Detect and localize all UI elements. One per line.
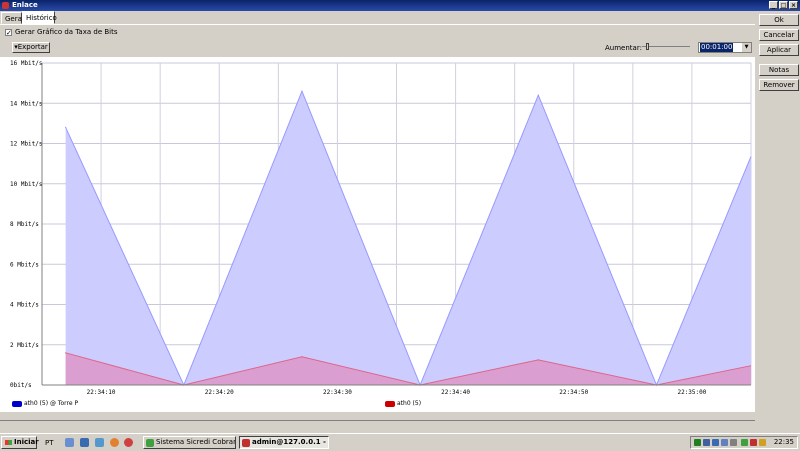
zoom-slider-thumb[interactable] [646, 43, 649, 50]
tray-icon[interactable] [694, 439, 701, 446]
legend-swatch-tx [12, 400, 22, 407]
time-range-select[interactable]: 00:01:00 ▼ [698, 42, 752, 53]
maximize-button[interactable]: □ [779, 1, 788, 9]
y-tick-label: 16 Mbit/s [10, 60, 43, 67]
x-tick-label: 22:34:30 [323, 389, 352, 396]
network-icon[interactable] [712, 439, 719, 446]
legend-label-tx: ath0 (5) @ Torre P [24, 400, 79, 407]
status-bar [0, 420, 755, 433]
show-desktop-icon[interactable] [65, 438, 74, 447]
zoom-label: Aumentar: [605, 44, 642, 52]
panel-divider [0, 24, 755, 25]
y-tick-label: 0bit/s [10, 382, 32, 389]
x-tick-label: 22:34:50 [559, 389, 588, 396]
taskbar-item-sicredi[interactable]: Sistema Sicredi Cobrança... [143, 436, 236, 449]
ok-button[interactable]: Ok [759, 14, 799, 26]
series-point-1 [537, 359, 539, 361]
window-titlebar[interactable]: Enlace _ □ × [0, 0, 800, 11]
y-tick-label: 2 Mbit/s [10, 342, 39, 349]
windows-logo-icon [5, 440, 12, 445]
language-indicator[interactable]: PT [45, 439, 54, 447]
minimize-button[interactable]: _ [769, 1, 778, 9]
x-tick-label: 22:35:00 [677, 389, 706, 396]
bitrate-chart: 0bit/s 2 Mbit/s 4 Mbit/s 6 Mbit/s 8 Mbit/s 10… [10, 60, 752, 396]
x-tick-label: 22:34:10 [87, 389, 116, 396]
tab-geral[interactable]: Geral [1, 12, 24, 24]
series-point-1 [301, 356, 303, 358]
legend-item-tx: ath0 (5) @ Torre P [12, 400, 78, 408]
remove-button[interactable]: Remover [759, 79, 799, 91]
apply-button[interactable]: Aplicar [759, 44, 799, 56]
chevron-down-icon[interactable]: ▼ [742, 43, 751, 52]
winbox-icon [242, 439, 250, 447]
start-label: Iniciar [14, 438, 39, 446]
y-tick-label: 8 Mbit/s [10, 221, 39, 228]
firefox-icon[interactable] [110, 438, 119, 447]
app-quicklaunch-icon[interactable] [95, 438, 104, 447]
taskbar-item-label: admin@127.0.0.1 - Th... [252, 438, 328, 446]
app-icon [2, 2, 9, 9]
series-point-0 [537, 94, 539, 96]
series-point-1 [65, 352, 67, 354]
opera-icon[interactable] [124, 438, 133, 447]
zoom-slider-track[interactable] [642, 46, 690, 47]
check-mark-icon: ✓ [6, 29, 12, 37]
taskbar-item-label: Sistema Sicredi Cobrança... [156, 438, 235, 446]
y-tick-label: 12 Mbit/s [10, 141, 43, 148]
chart-area: 0bit/s 2 Mbit/s 4 Mbit/s 6 Mbit/s 8 Mbit/s 10… [0, 57, 755, 412]
tray-icon[interactable] [730, 439, 737, 446]
app-icon [146, 439, 154, 447]
series-point-0 [65, 126, 67, 128]
tray-icon[interactable] [703, 439, 710, 446]
cancel-button[interactable]: Cancelar [759, 29, 799, 41]
clock: 22:35 [773, 438, 794, 446]
bitrate-graph-checkbox[interactable]: ✓ [5, 29, 12, 37]
export-button[interactable]: ▾Exportar [12, 42, 50, 53]
taskbar: Iniciar PT Sistema Sicredi Cobrança... a… [0, 433, 800, 451]
tab-bar: Geral Histórico [0, 11, 760, 24]
y-tick-label: 6 Mbit/s [10, 261, 39, 268]
y-tick-label: 10 Mbit/s [10, 181, 43, 188]
y-tick-label: 14 Mbit/s [10, 100, 43, 107]
x-tick-label: 22:34:20 [205, 389, 234, 396]
ie-icon[interactable] [80, 438, 89, 447]
bitrate-graph-label: Gerar Gráfico da Taxa de Bits [15, 28, 118, 36]
volume-icon[interactable] [759, 439, 766, 446]
legend-item-rx: ath0 (5) [385, 400, 421, 408]
export-label: Exportar [17, 43, 48, 51]
taskbar-item-winbox[interactable]: admin@127.0.0.1 - Th... [239, 436, 329, 449]
legend-label-rx: ath0 (5) [397, 400, 422, 407]
window-title: Enlace [12, 1, 38, 9]
y-tick-label: 4 Mbit/s [10, 302, 39, 309]
close-button[interactable]: × [789, 1, 798, 9]
tray-icon[interactable] [741, 439, 748, 446]
system-tray: 22:35 [690, 436, 798, 449]
shield-icon[interactable] [750, 439, 757, 446]
tab-historico[interactable]: Histórico [22, 11, 57, 24]
network-icon[interactable] [721, 439, 728, 446]
x-tick-label: 22:34:40 [441, 389, 470, 396]
series-point-0 [301, 90, 303, 92]
start-button[interactable]: Iniciar [1, 436, 39, 449]
notes-button[interactable]: Notas [759, 64, 799, 76]
legend-swatch-rx [385, 400, 395, 407]
time-range-value: 00:01:00 [700, 43, 734, 52]
